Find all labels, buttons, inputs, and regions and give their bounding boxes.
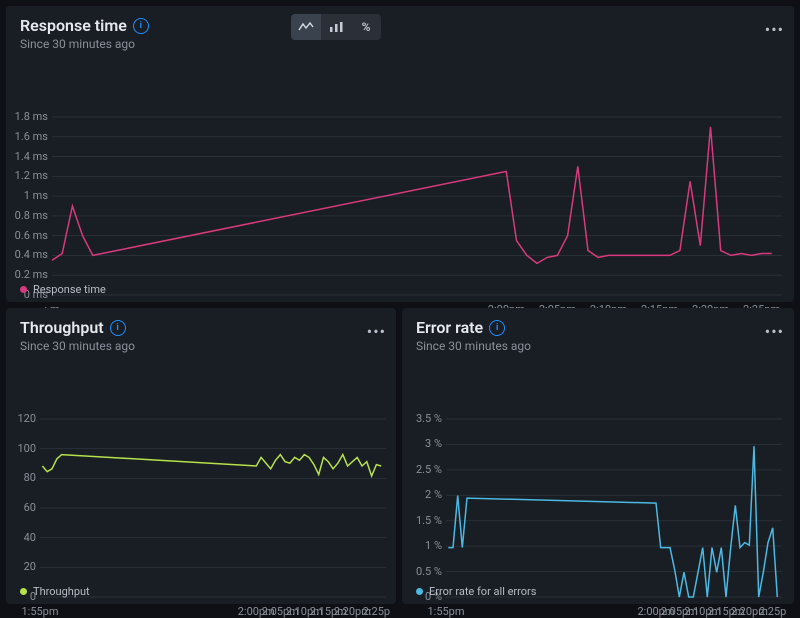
- legend-dot-icon: [20, 286, 27, 293]
- legend: Response time: [20, 283, 106, 296]
- panel-throughput: Throughput i Since 30 minutes ago ••• 02…: [6, 308, 396, 604]
- legend: Throughput: [20, 585, 90, 598]
- title-text: Response time: [20, 16, 127, 35]
- panel-title: Response time i: [20, 16, 780, 35]
- panel-title: Error rate i: [416, 318, 780, 337]
- legend-dot-icon: [20, 588, 27, 595]
- panel-menu-button[interactable]: •••: [765, 20, 784, 39]
- panel-subtitle: Since 30 minutes ago: [416, 339, 780, 353]
- legend-label: Response time: [33, 283, 106, 296]
- mode-bar-button[interactable]: [321, 14, 351, 40]
- x-tick-label: 1:55pm: [21, 605, 58, 618]
- info-icon[interactable]: i: [489, 320, 505, 336]
- mode-line-button[interactable]: [291, 14, 321, 40]
- x-tick-label: 2:25p: [759, 605, 786, 618]
- percent-icon: %: [362, 20, 371, 34]
- legend-dot-icon: [416, 588, 423, 595]
- panel-menu-button[interactable]: •••: [765, 322, 784, 341]
- info-icon[interactable]: i: [133, 18, 149, 34]
- info-icon[interactable]: i: [110, 320, 126, 336]
- x-tick-label: 2:25p: [363, 605, 390, 618]
- legend: Error rate for all errors: [416, 585, 536, 598]
- title-text: Error rate: [416, 318, 483, 337]
- panel-title: Throughput i: [20, 318, 382, 337]
- panel-error-rate: Error rate i Since 30 minutes ago ••• 0 …: [402, 308, 794, 604]
- panel-menu-button[interactable]: •••: [367, 322, 386, 341]
- panel-subtitle: Since 30 minutes ago: [20, 339, 382, 353]
- chart-mode-toolbar: %: [291, 14, 381, 40]
- bar-chart-icon: [328, 21, 344, 33]
- panel-response-time: Response time i Since 30 minutes ago % •…: [6, 6, 794, 302]
- legend-label: Throughput: [33, 585, 90, 598]
- x-tick-label: 1:55pm: [427, 605, 464, 618]
- title-text: Throughput: [20, 318, 104, 337]
- mode-percent-button[interactable]: %: [351, 14, 381, 40]
- legend-label: Error rate for all errors: [429, 585, 536, 598]
- panel-subtitle: Since 30 minutes ago: [20, 37, 780, 51]
- line-chart-icon: [298, 21, 314, 33]
